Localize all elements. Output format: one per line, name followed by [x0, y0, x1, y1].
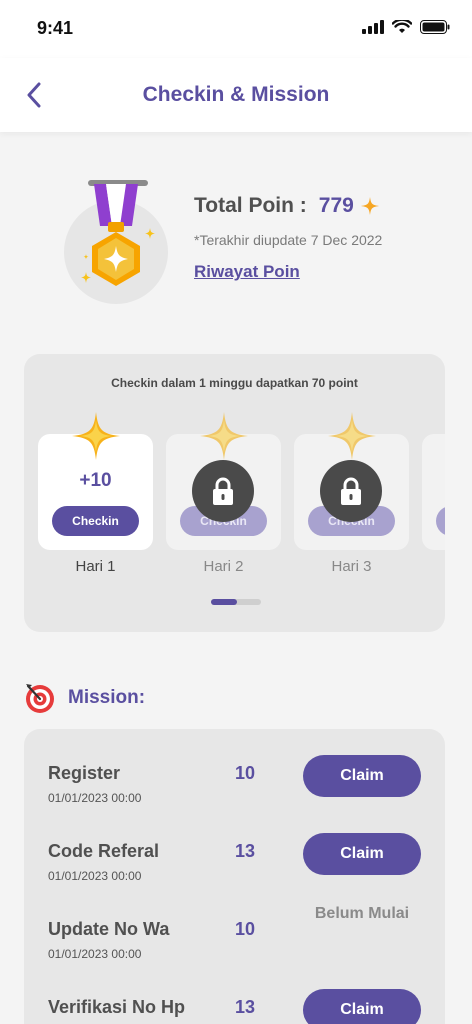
target-icon	[26, 684, 54, 713]
status-icons	[362, 20, 450, 34]
day-point: +10	[79, 470, 112, 491]
mission-date: 01/01/2023 00:00	[48, 869, 142, 883]
lock-icon	[341, 477, 361, 505]
app-header: Checkin & Mission	[0, 58, 472, 132]
mission-points: 10	[235, 763, 256, 783]
mission-points: 13	[235, 841, 256, 861]
points-line: Total Poin : 779	[194, 194, 382, 218]
carousel-indicator	[211, 599, 261, 605]
lock-overlay	[320, 460, 382, 522]
claim-button[interactable]: Claim	[303, 833, 421, 875]
points-history-link[interactable]: Riwayat Poin	[194, 262, 300, 282]
mission-name: Code Referal	[48, 841, 160, 861]
wifi-icon	[392, 20, 412, 33]
points-summary: Total Poin : 779 *Terakhir diupdate 7 De…	[194, 194, 382, 282]
sparkle-icon	[200, 412, 248, 460]
mission-header: Mission:	[24, 682, 145, 714]
total-points-value: 779	[318, 194, 354, 217]
mission-name: Register	[48, 763, 121, 783]
checkin-button-day-4[interactable]	[436, 506, 445, 536]
points-updated-text: *Terakhir diupdate 7 Dec 2022	[194, 232, 383, 248]
checkin-day-4	[422, 434, 445, 550]
mission-item: Code Referal 01/01/2023 00:00 13 Claim	[24, 833, 445, 903]
checkin-info-text: Checkin dalam 1 minggu dapatkan 70 point	[111, 376, 358, 390]
mission-name: Update No Wa	[48, 919, 170, 939]
battery-icon	[420, 20, 450, 34]
mission-date: 01/01/2023 00:00	[48, 791, 142, 805]
mission-date: 01/01/2023 00:00	[48, 947, 142, 961]
sparkle-icon	[328, 412, 376, 460]
lock-overlay	[192, 460, 254, 522]
carousel-indicator-active	[211, 599, 237, 605]
status-time: 9:41	[37, 18, 74, 38]
claim-button[interactable]: Claim	[303, 989, 421, 1024]
sparkle-icon	[72, 412, 120, 460]
total-points-label: Total Poin :	[194, 194, 307, 217]
mission-points: 10	[235, 919, 256, 939]
checkin-button-day-1[interactable]: Checkin	[52, 506, 139, 536]
claim-button[interactable]: Claim	[303, 755, 421, 797]
page-title: Checkin & Mission	[142, 83, 330, 106]
mission-item: Verifikasi No Hp 13 Claim	[24, 989, 445, 1024]
checkin-card: Checkin dalam 1 minggu dapatkan 70 point…	[24, 354, 445, 632]
signal-icon	[362, 20, 384, 34]
status-bar: 9:41	[0, 0, 472, 58]
mission-title: Mission:	[68, 687, 146, 708]
medal-badge	[64, 176, 168, 304]
day-label: Hari 3	[331, 558, 372, 575]
day-label: Hari 1	[75, 558, 116, 575]
mission-name: Verifikasi No Hp	[48, 997, 186, 1017]
mission-points: 13	[235, 997, 256, 1017]
mission-list: Register 01/01/2023 00:00 10 Claim Code …	[24, 729, 445, 1024]
mission-item: Update No Wa 01/01/2023 00:00 10 Belum M…	[24, 905, 445, 981]
star-icon	[360, 197, 379, 215]
mission-item: Register 01/01/2023 00:00 10 Claim	[24, 755, 445, 825]
lock-icon	[213, 477, 233, 505]
day-label: Hari 2	[203, 558, 244, 575]
mission-status: Belum Mulai	[314, 905, 410, 922]
medal-icon	[81, 180, 155, 286]
